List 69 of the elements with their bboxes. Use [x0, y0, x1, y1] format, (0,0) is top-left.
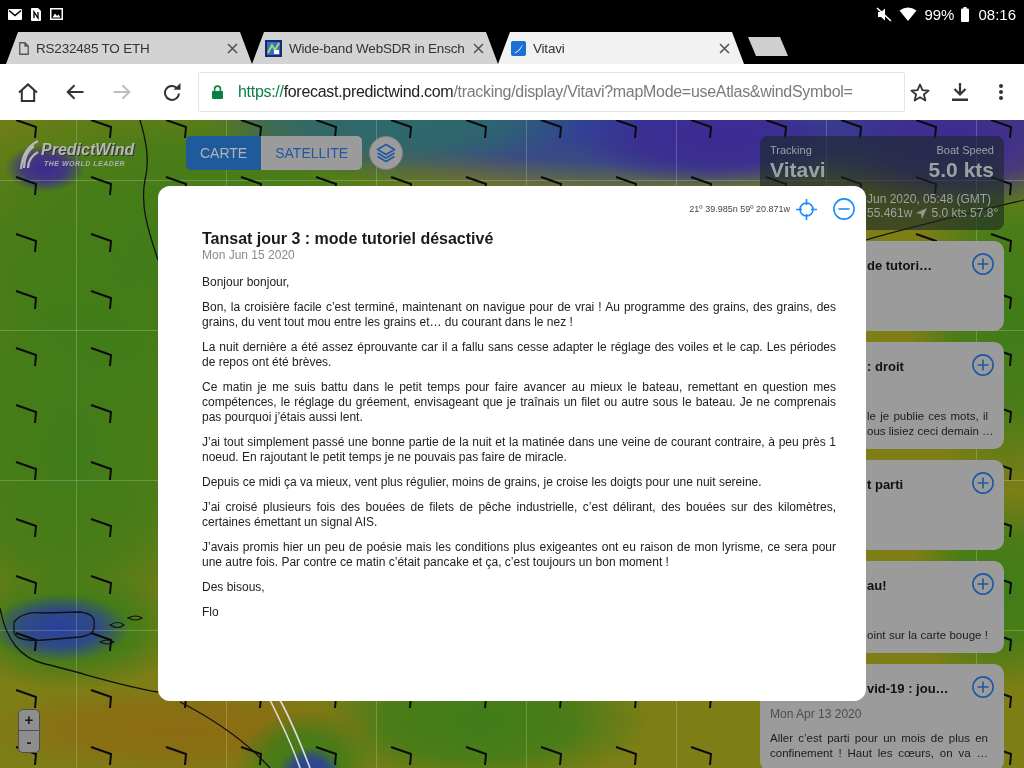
longitude-text: 55.461w — [867, 206, 913, 220]
position-time: Jun 2020, 05:48 (GMT) — [867, 192, 993, 206]
star-icon[interactable] — [910, 82, 930, 102]
browser-tab[interactable]: RS232485 TO ETH — [6, 32, 252, 64]
download-icon[interactable] — [952, 83, 968, 101]
post-paragraph: Ce matin je me suis battu dans le petit temps pour faire avancer au mieux le bateau, remettant en question mes compétences, le réglage du gréement, envisageant que je traînais un filet ou autre sous le bateau. Je ne comprenais pas pourquoi j’étais aussi lent. — [202, 380, 836, 425]
plus-circle-icon[interactable] — [972, 472, 994, 494]
speed-label: Boat Speed — [935, 144, 994, 157]
post-date: Mon Jun 15 2020 — [202, 248, 296, 263]
new-tab-button[interactable] — [748, 37, 788, 56]
post-excerpt: confinement ! Haut les cœurs, on va … — [770, 746, 988, 761]
post-paragraph: La nuit dernière a été assez éprouvante car il a fallu sans cesse adapter le réglage des voiles et le cap. Les périodes de repos ont été brèves. — [202, 340, 836, 370]
plus-circle-icon[interactable] — [972, 354, 994, 376]
sim-card-icon — [31, 7, 41, 21]
heading-arrow-icon — [916, 207, 928, 219]
browser-tab[interactable]: Vitavi — [498, 32, 744, 64]
post-excerpt: Aller c’est parti pour un mois de plus en — [770, 731, 988, 746]
post-title: de tutori… — [867, 257, 932, 274]
crosshair-icon[interactable] — [796, 198, 817, 220]
post-paragraph: J’ai tout simplement passé une bonne partie de la nuit et la matinée dans une veine de courant contraire, à peu près 1 noeud. En rajoutant le petit temps je ne pouvais pas faire de miracle. — [202, 435, 836, 465]
layers-icon — [376, 143, 397, 163]
more-menu-icon[interactable] — [999, 84, 1003, 100]
boat-name: Vitavi — [770, 157, 826, 182]
document-icon — [19, 41, 29, 55]
reload-icon[interactable] — [163, 83, 181, 101]
post-title: au! — [867, 577, 887, 594]
home-icon[interactable] — [18, 82, 38, 102]
close-icon[interactable] — [227, 42, 238, 54]
square-logo-icon — [265, 39, 282, 57]
plus-circle-icon[interactable] — [972, 676, 994, 698]
close-icon[interactable] — [473, 42, 484, 54]
image-icon — [50, 8, 63, 20]
logo-sail-icon — [18, 140, 40, 170]
browser-tab[interactable]: Wide-band WebSDR in Ensch — [252, 32, 498, 64]
post-title: t parti — [867, 476, 904, 493]
zoom-out-button[interactable]: - — [18, 731, 40, 753]
post-paragraph: Flo — [202, 605, 220, 620]
close-icon[interactable] — [719, 42, 730, 54]
plus-circle-icon[interactable] — [972, 253, 994, 275]
course-text: 5.0 kts 57.8° — [931, 206, 999, 220]
address-field[interactable]: https://forecast.predictwind.com/tracking/display/Vitavi?mapMode=useAtlas&windSymbol= — [198, 72, 905, 112]
post-date: Mon Apr 13 2020 — [770, 707, 862, 721]
post-paragraph: Bonjour bonjour, — [202, 275, 291, 290]
tracking-label: Tracking — [770, 144, 813, 157]
post-paragraph: J’avais promis hier un peu de poésie mais les conditions plus exigeantes ont eu raison de mon lyrisme, ce sera pour une autre fois. Par contre ce matin c’était pancake et ça, c’est toujours un bon moment ! — [202, 540, 836, 570]
minus-circle-icon[interactable] — [833, 198, 855, 220]
post-paragraph: Des bisous, — [202, 580, 266, 595]
mute-icon — [876, 6, 893, 22]
post-paragraph: J’ai croisé plusieurs fois des bouées de filets de pêche industrielle, c’est délirant, des bouées sur des kilomètres, certaines émettant un signal AIS. — [202, 500, 836, 530]
post-title: : droit — [867, 358, 904, 375]
coordinates-text: 21º 39.985n 59º 20.871w — [689, 204, 790, 214]
lock-icon — [212, 85, 223, 99]
zoom-in-button[interactable]: + — [18, 709, 40, 731]
post-title: vid-19 : jou… — [867, 680, 949, 697]
mail-icon — [8, 8, 22, 20]
back-arrow-icon[interactable] — [66, 84, 84, 100]
post-excerpt: le je publie ces mots, il — [867, 409, 988, 424]
battery-percent: 99% — [924, 5, 955, 23]
post-heading: Tansat jour 3 : mode tutoriel désactivé — [202, 229, 495, 248]
post-paragraph: Bon, la croisière facile c’est terminé, maintenant on navigue pour de vrai ! Au programme des grains, des grains, des grains, du vent tout mou entre les grains et… du courant dans le nez ! — [202, 300, 836, 330]
plus-circle-icon[interactable] — [972, 573, 994, 595]
sail-logo-icon — [511, 40, 526, 56]
post-paragraph: Depuis ce midi ça va mieux, vent plus régulier, moins de grains, je croise les doigts pour une nuit sereine. — [202, 475, 763, 490]
battery-icon — [961, 6, 970, 22]
speed-value: 5.0 kts — [928, 157, 994, 182]
clock-time: 08:16 — [978, 5, 1016, 23]
wifi-icon — [899, 7, 918, 21]
logo-wordmark: PredictWind — [41, 140, 135, 159]
post-excerpt: oint sur la carte bouge ! — [867, 628, 988, 643]
